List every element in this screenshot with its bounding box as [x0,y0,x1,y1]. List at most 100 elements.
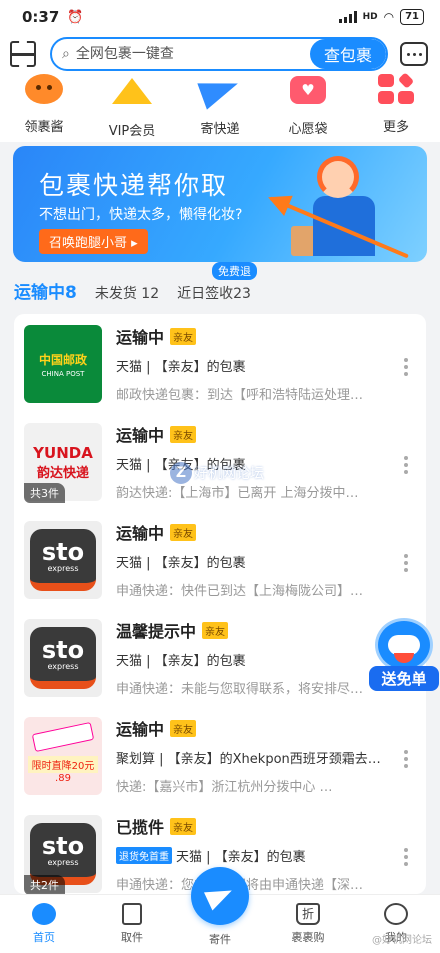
promo-banner[interactable]: 包裹快递帮你取 不想出门，快递太多，懒得化妆? 召唤跑腿小哥 ▸ [13,146,427,262]
relation-tag: 亲友 [202,622,229,639]
relation-tag: 亲友 [170,720,197,737]
quick-item-label: 心愿袋 [288,122,328,137]
package-detail: 申通快递：您的宝贝即将由申通快递【深… [116,874,386,893]
tab-recently-signed[interactable]: 近日签收23 [177,283,251,303]
nav-pickup[interactable]: 取件 [88,895,176,953]
package-detail: 韵达快递:【上海市】已离开 上海分拨中… [116,486,359,501]
product-thumbnail: 限时直降20元 .89 [24,717,102,795]
relation-tag: 亲友 [170,818,197,835]
paper-plane-icon [197,70,243,110]
pickup-icon [122,903,142,925]
nav-profile[interactable]: 我的 @好机网论坛 [352,895,440,953]
tab-count: 12 [141,286,160,302]
package-source: 天猫 | 【亲友】的包裹 [116,654,246,669]
nav-home[interactable]: 首页 [0,895,88,953]
package-card[interactable]: YUNDA 韵达快递 共3件 运输中 亲友 天猫 | 【亲友】的包裹 韵达快递:【… [14,412,426,510]
logo-text: sto [41,831,85,860]
watermark-text: 好机网论坛 [194,466,264,482]
mascot-icon [24,74,64,106]
quick-item-send[interactable]: 寄快递 [176,70,264,142]
status-text: 运输中 [116,720,165,739]
relation-tag: 亲友 [170,328,197,345]
status-text: 运输中 [116,426,165,445]
status-text: 温馨提示中 [116,622,197,641]
free-order-float-button[interactable]: 送免单 [369,618,439,692]
package-tabs: 运输中8 未发货 12 近日签收23 [14,278,251,303]
tab-count: 23 [233,286,251,302]
package-status: 运输中 亲友 [116,422,197,446]
sto-logo: sto express [24,521,102,599]
return-tag: 退货免首重 [116,847,172,864]
package-source: 天猫 | 【亲友】的包裹 [116,556,246,571]
package-card[interactable]: 中国邮政 CHINA POST 运输中 亲友 天猫 | 【亲友】的包裹 邮政快递包… [14,314,426,412]
search-icon: ⌕ [62,46,70,62]
china-post-logo: 中国邮政 CHINA POST [24,325,102,403]
status-text: 运输中 [116,524,165,543]
status-icons: HD ◠ 71 [338,9,424,25]
status-bar: 0:37 ⏰ HD ◠ 71 [0,0,440,34]
package-status: 运输中 亲友 [116,324,197,348]
profile-icon [384,903,408,925]
quick-item-wishbag[interactable]: ♥ 心愿袋 [264,74,352,142]
logo-subtext: 韵达快递 [36,465,89,481]
nav-label: 寄件 [209,933,231,946]
search-button[interactable]: 查包裹 [309,39,386,69]
sto-logo: sto express [24,619,102,697]
package-card[interactable]: sto express 温馨提示中 亲友 天猫 | 【亲友】的包裹 申通快递：未能与… [14,608,426,706]
logo-subtext: express [47,661,79,671]
package-status: 运输中 亲友 [116,520,197,544]
more-options-icon[interactable] [404,358,408,376]
more-options-icon[interactable] [404,456,408,474]
paper-plane-icon [203,881,237,911]
package-detail: 快递:【嘉兴市】浙江杭州分拨中心 … [116,780,333,795]
item-count-badge: 共2件 [24,875,65,894]
banner-title: 包裹快递帮你取 [39,171,229,200]
quick-item-vip[interactable]: VIP会员 [88,74,176,142]
logo-text: 中国邮政 [38,352,87,367]
tab-not-shipped[interactable]: 未发货 12 [95,283,159,303]
tab-label: 未发货 [94,286,137,302]
package-status: 已揽件 亲友 [116,814,197,838]
message-icon[interactable] [400,42,428,66]
relation-tag: 亲友 [170,524,197,541]
more-options-icon[interactable] [404,554,408,572]
wifi-icon: ◠ [383,10,395,24]
alarm-icon: ⏰ [67,9,84,25]
package-card[interactable]: sto express 运输中 亲友 天猫 | 【亲友】的包裹 申通快递：快件已到达… [14,510,426,608]
source-text: 天猫 | 【亲友】的包裹 [176,850,306,865]
status-text: 运输中 [116,328,165,347]
search-input[interactable] [75,46,310,62]
package-source: 聚划算 | 【亲友】的Xhekpon西班牙颈霜去… [116,752,381,767]
package-card[interactable]: 限时直降20元 .89 运输中 亲友 聚划算 | 【亲友】的Xhekpon西班牙颈… [14,706,426,804]
more-options-icon[interactable] [404,848,408,866]
scan-icon[interactable] [10,41,36,67]
robot-icon [375,618,433,672]
quick-item-mascot[interactable]: 领裹酱 [0,74,88,142]
nav-shop[interactable]: 折 裹裹购 [264,895,352,953]
logo-text: 限时直降20元 [27,756,99,773]
banner-button[interactable]: 召唤跑腿小哥 ▸ [39,229,148,254]
tab-in-transit[interactable]: 运输中8 [14,278,77,303]
search-bar[interactable]: ⌕ 查包裹 [50,37,388,71]
logo-subtext: express [47,563,79,573]
nav-label: 首页 [33,931,55,944]
quick-item-label: VIP会员 [108,124,156,139]
quick-nav: 领裹酱 VIP会员 寄快递 ♥ 心愿袋 更多 [0,70,440,142]
quick-item-more[interactable]: 更多 [352,72,440,142]
quick-item-label: 领裹酱 [24,120,64,135]
nav-label: 取件 [121,931,143,944]
send-button[interactable] [191,867,249,925]
nav-send[interactable]: 寄件 [176,867,264,953]
status-text: 已揽件 [116,818,165,837]
item-count-badge: 共3件 [24,483,65,503]
package-source: 退货免首重 天猫 | 【亲友】的包裹 [116,846,306,865]
crown-icon [112,78,152,110]
logo-text: sto [41,537,85,566]
network-label: HD [362,12,378,22]
watermark-logo-icon: Z [170,462,192,484]
package-list: 中国邮政 CHINA POST 运输中 亲友 天猫 | 【亲友】的包裹 邮政快递包… [14,314,426,894]
signal-icon [338,11,357,23]
more-options-icon[interactable] [404,750,408,768]
package-detail: 申通快递：快件已到达【上海梅陇公司】… [116,584,364,599]
quick-item-label: 寄快递 [200,122,240,137]
